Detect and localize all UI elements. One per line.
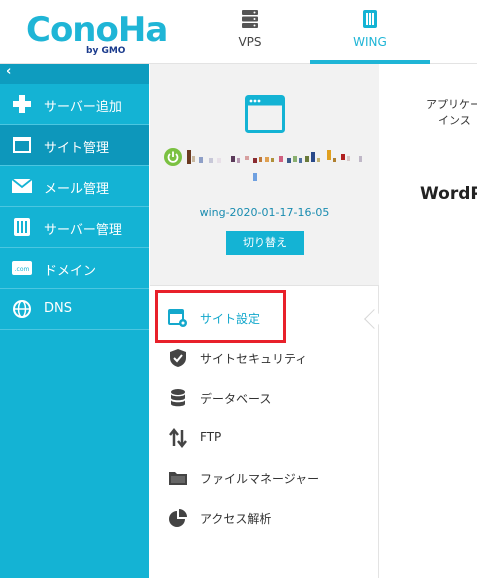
folder-icon bbox=[169, 472, 187, 485]
mail-icon bbox=[11, 178, 33, 193]
site-panel: wing-2020-01-17-16-05 切り替え サイト設定 サイトセキュリ… bbox=[150, 64, 384, 578]
menu-item-file-manager[interactable]: ファイルマネージャー bbox=[168, 466, 368, 490]
tab-wing-label: WING bbox=[353, 35, 387, 49]
sidebar: ‹ サーバー追加 サイト管理 メール管理 サーバー管理 .com ドメイン DN… bbox=[0, 64, 149, 578]
tab-vps[interactable]: VPS bbox=[190, 0, 310, 64]
sidebar-item-label: メール管理 bbox=[44, 182, 110, 197]
sidebar-item-site-management[interactable]: サイト管理 bbox=[0, 125, 149, 166]
domain-name-redacted bbox=[187, 150, 362, 181]
menu-item-label: データベース bbox=[200, 392, 272, 406]
sidebar-item-domain[interactable]: .com ドメイン bbox=[0, 248, 149, 289]
menu-item-database[interactable]: データベース bbox=[168, 386, 368, 410]
menu-item-label: ファイルマネージャー bbox=[200, 472, 320, 486]
top-header: ConoHa by GMO VPS WING bbox=[0, 0, 477, 64]
domain-icon: .com bbox=[12, 261, 32, 275]
switch-button[interactable]: 切り替え bbox=[226, 231, 304, 255]
conoha-logo[interactable]: ConoHa by GMO bbox=[22, 8, 168, 58]
content-hint: アプリケー インス bbox=[426, 97, 477, 129]
menu-item-label: アクセス解析 bbox=[200, 512, 272, 526]
sidebar-item-dns[interactable]: DNS bbox=[0, 289, 149, 330]
sidebar-item-server-management[interactable]: サーバー管理 bbox=[0, 207, 149, 248]
tab-vps-label: VPS bbox=[238, 35, 262, 49]
main-content: アプリケー インス WordP bbox=[380, 64, 477, 578]
menu-item-label: サイトセキュリティ bbox=[200, 352, 308, 366]
logo-sub: by GMO bbox=[86, 46, 126, 56]
chevron-left-icon: ‹ bbox=[6, 64, 12, 79]
section-title: WordP bbox=[420, 184, 477, 204]
sidebar-item-add-server[interactable]: サーバー追加 bbox=[0, 84, 149, 125]
menu-item-label: FTP bbox=[200, 430, 222, 444]
menu-item-site-security[interactable]: サイトセキュリティ bbox=[168, 346, 368, 370]
menu-item-access-analysis[interactable]: アクセス解析 bbox=[168, 506, 368, 530]
sidebar-item-label: サーバー管理 bbox=[44, 223, 122, 238]
hint-line-2: インス bbox=[438, 114, 471, 127]
transfer-arrows-icon bbox=[169, 428, 187, 448]
window-icon bbox=[13, 137, 31, 153]
sidebar-item-label: サイト管理 bbox=[44, 141, 110, 156]
server-name: wing-2020-01-17-16-05 bbox=[199, 206, 330, 219]
sidebar-item-label: ドメイン bbox=[44, 264, 97, 279]
power-status-icon bbox=[164, 148, 182, 166]
tab-wing[interactable]: WING bbox=[310, 0, 430, 64]
sidebar-item-label: サーバー追加 bbox=[44, 100, 122, 115]
highlight-box bbox=[155, 290, 286, 343]
site-window-icon bbox=[245, 95, 285, 133]
plus-icon bbox=[13, 95, 31, 113]
pie-chart-icon bbox=[169, 509, 187, 527]
site-summary: wing-2020-01-17-16-05 切り替え bbox=[150, 64, 379, 286]
server-manage-icon bbox=[14, 218, 30, 236]
database-icon bbox=[171, 389, 185, 407]
hint-line-1: アプリケー bbox=[426, 98, 477, 111]
sidebar-item-mail-management[interactable]: メール管理 bbox=[0, 166, 149, 207]
sidebar-item-label: DNS bbox=[44, 301, 72, 316]
wing-server-icon bbox=[363, 10, 377, 28]
logo-text: ConoHa bbox=[26, 10, 168, 50]
sidebar-collapse-button[interactable]: ‹ bbox=[0, 64, 149, 84]
svg-text:.com: .com bbox=[15, 266, 30, 273]
server-icon bbox=[242, 10, 258, 28]
globe-icon bbox=[13, 300, 31, 318]
shield-check-icon bbox=[170, 349, 186, 367]
menu-item-ftp[interactable]: FTP bbox=[168, 426, 368, 450]
